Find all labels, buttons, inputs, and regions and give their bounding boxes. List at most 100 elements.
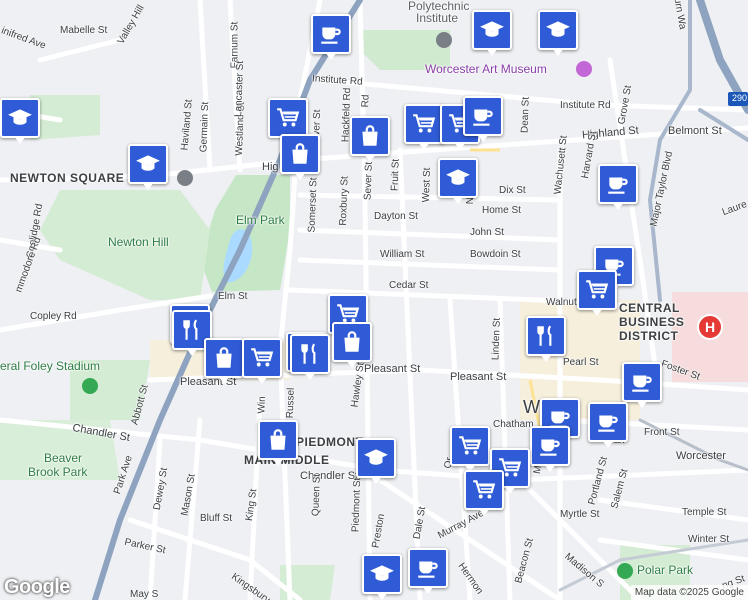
school-marker[interactable] bbox=[128, 144, 168, 184]
shopping-cart-marker[interactable] bbox=[268, 98, 308, 138]
cafe-marker[interactable] bbox=[530, 426, 570, 466]
street-label: Dayton St bbox=[374, 211, 418, 222]
street-label: Belmont St bbox=[668, 125, 722, 137]
map-base bbox=[0, 0, 748, 600]
school-marker[interactable] bbox=[362, 554, 402, 594]
poi-label: Institute bbox=[416, 11, 459, 25]
cafe-icon bbox=[318, 21, 344, 47]
bag-icon bbox=[265, 427, 291, 453]
street-label: Pleasant St bbox=[364, 363, 421, 375]
street-label: Rd bbox=[360, 94, 372, 108]
highway-shield: 290 bbox=[732, 93, 748, 103]
cafe-marker[interactable] bbox=[463, 96, 503, 136]
shopping-cart-marker[interactable] bbox=[577, 270, 617, 310]
school-marker[interactable] bbox=[538, 10, 578, 50]
street-label: Russel bbox=[284, 387, 297, 419]
street-label: Myrtle St bbox=[560, 509, 600, 520]
cafe-icon bbox=[605, 171, 631, 197]
park-label: Elm Park bbox=[236, 213, 285, 227]
shopping-icon bbox=[411, 111, 437, 137]
street-label: Temple St bbox=[682, 507, 727, 518]
street-label: Home St bbox=[482, 205, 521, 216]
street-label: Piedmont St bbox=[350, 477, 364, 533]
street-label: Front St bbox=[644, 427, 680, 438]
street-label: Win bbox=[256, 396, 268, 414]
street-label: Germain St bbox=[198, 101, 212, 153]
street-label: Pearl St bbox=[563, 357, 599, 368]
cafe-marker[interactable] bbox=[588, 402, 628, 442]
store-marker[interactable] bbox=[258, 420, 298, 460]
street-label: Pleasant St bbox=[450, 371, 507, 383]
school-icon bbox=[479, 17, 505, 43]
street-label: Hig bbox=[262, 161, 279, 173]
cafe-icon bbox=[470, 103, 496, 129]
shopping-icon bbox=[584, 277, 610, 303]
park-label: Beaver bbox=[44, 451, 83, 465]
street-label: Lancaster St bbox=[233, 60, 247, 118]
school-marker[interactable] bbox=[472, 10, 512, 50]
school-marker[interactable] bbox=[0, 98, 40, 138]
cafe-marker[interactable] bbox=[311, 14, 351, 54]
poi-label: Worcester Art Museum bbox=[425, 62, 547, 76]
shopping-icon bbox=[275, 105, 301, 131]
shopping-cart-marker[interactable] bbox=[242, 338, 282, 378]
map-attribution[interactable]: Map data ©2025 Google bbox=[630, 585, 748, 600]
cafe-icon bbox=[595, 409, 621, 435]
street-label: Linden St bbox=[490, 317, 503, 361]
street-label: Winter St bbox=[688, 534, 730, 545]
street-label: Copley Rd bbox=[30, 311, 77, 322]
street-label: Roxbury St bbox=[337, 176, 351, 226]
school-icon bbox=[363, 445, 389, 471]
shopping-cart-marker[interactable] bbox=[464, 470, 504, 510]
store-marker[interactable] bbox=[280, 134, 320, 174]
school-icon bbox=[369, 561, 395, 587]
street-label: West St bbox=[420, 167, 434, 203]
neighborhood-label: NEWTON SQUARE bbox=[10, 171, 125, 185]
shopping-cart-marker[interactable] bbox=[404, 104, 444, 144]
park-label: Brook Park bbox=[28, 465, 88, 479]
school-marker[interactable] bbox=[438, 158, 478, 198]
street-label: John St bbox=[470, 227, 504, 238]
school-icon bbox=[177, 170, 193, 186]
bag-icon bbox=[357, 123, 383, 149]
map-canvas[interactable]: NEWTON SQUARE Elm Park Newton Hill CENTR… bbox=[0, 0, 748, 600]
park-label: Newton Hill bbox=[108, 235, 169, 249]
university-icon bbox=[436, 32, 452, 48]
museum-icon bbox=[576, 61, 592, 77]
store-marker[interactable] bbox=[350, 116, 390, 156]
school-icon bbox=[135, 151, 161, 177]
bag-icon bbox=[287, 141, 313, 167]
bag-icon bbox=[211, 345, 237, 371]
restaurant-marker[interactable] bbox=[290, 334, 330, 374]
school-marker[interactable] bbox=[356, 438, 396, 478]
cafe-marker[interactable] bbox=[408, 548, 448, 588]
place-label: Worcester bbox=[676, 450, 726, 462]
shopping-icon bbox=[471, 477, 497, 503]
store-marker[interactable] bbox=[204, 338, 244, 378]
district-label: CENTRAL bbox=[619, 301, 680, 315]
street-label: Dix St bbox=[499, 185, 526, 196]
cafe-marker[interactable] bbox=[622, 362, 662, 402]
street-label: May S bbox=[130, 589, 159, 600]
district-label: BUSINESS bbox=[619, 315, 685, 329]
street-label: Dean St bbox=[519, 96, 532, 134]
shopping-cart-marker[interactable] bbox=[450, 426, 490, 466]
street-label: Institute Rd bbox=[560, 100, 611, 111]
street-label: Queen St bbox=[310, 473, 323, 517]
street-label: Fruit St bbox=[389, 158, 402, 192]
hospital-icon: H bbox=[697, 314, 723, 340]
street-label: Elm St bbox=[218, 291, 248, 302]
park-icon bbox=[617, 563, 633, 579]
store-marker[interactable] bbox=[332, 322, 372, 362]
district-label: DISTRICT bbox=[619, 329, 679, 343]
cafe-marker[interactable] bbox=[598, 164, 638, 204]
restaurant-icon bbox=[533, 323, 559, 349]
school-icon bbox=[545, 17, 571, 43]
street-label: Chatham bbox=[493, 419, 534, 430]
poi-label: eral Foley Stadium bbox=[0, 359, 101, 373]
restaurant-icon bbox=[179, 317, 205, 343]
school-icon bbox=[445, 165, 471, 191]
street-label: Mabelle St bbox=[60, 25, 108, 36]
street-label: Sever St bbox=[362, 161, 375, 201]
restaurant-marker[interactable] bbox=[526, 316, 566, 356]
